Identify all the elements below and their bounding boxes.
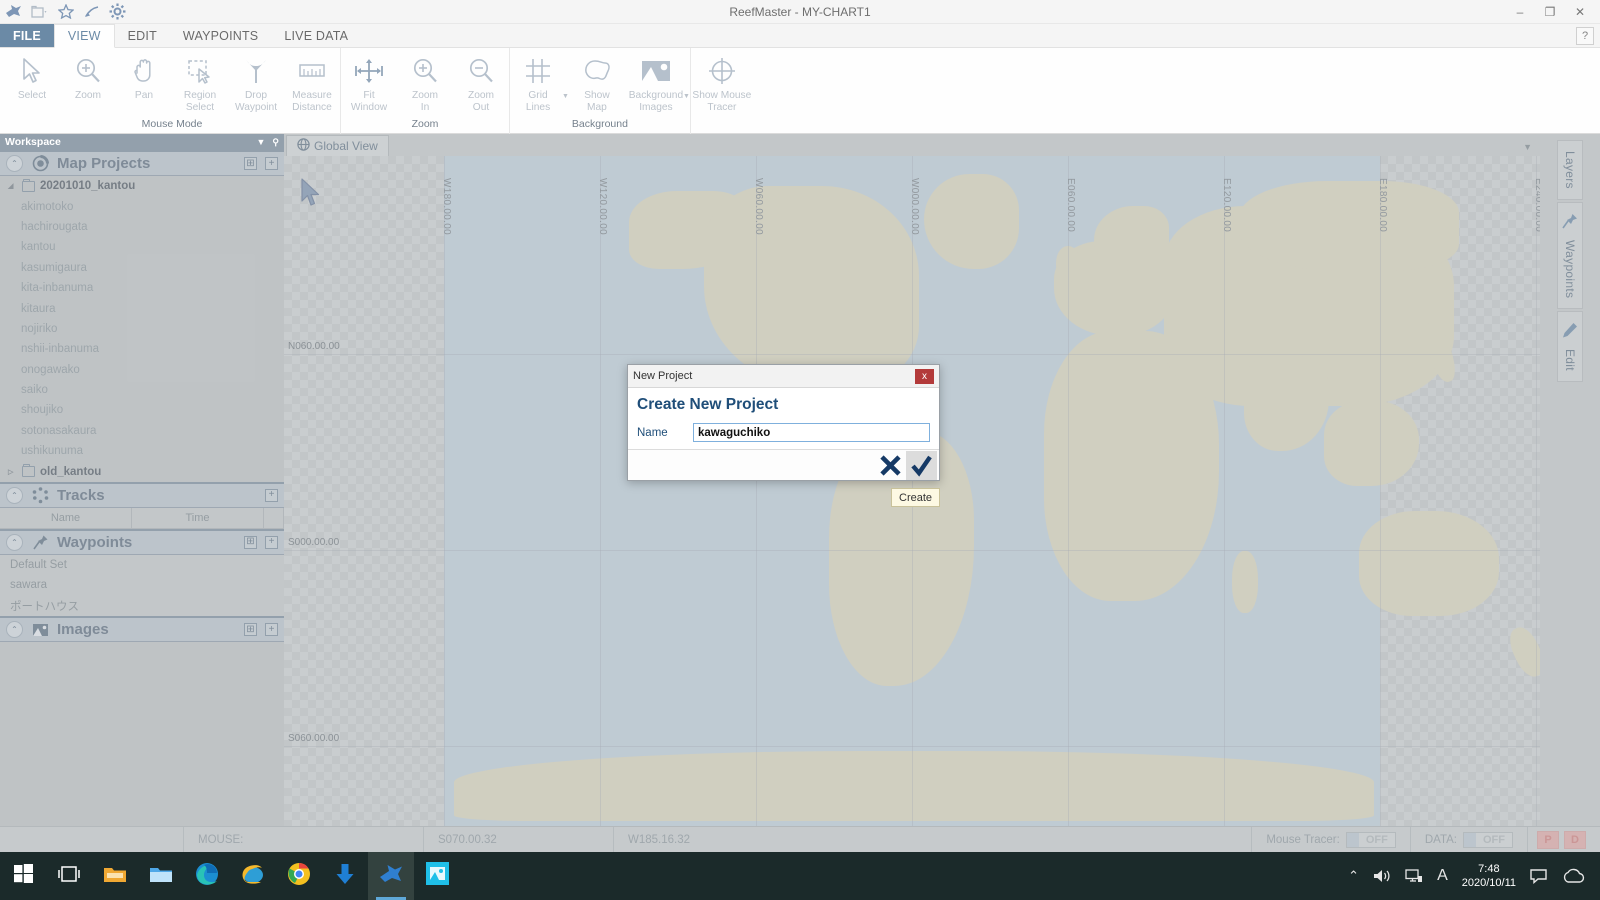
network-icon[interactable] (1405, 868, 1423, 884)
ime-indicator[interactable]: A (1437, 867, 1448, 885)
orange-folder-icon (103, 864, 127, 889)
clock-date: 2020/10/11 (1461, 877, 1516, 889)
new-project-dialog: New Project x Create New Project Name (627, 364, 940, 481)
tray-chevron-icon[interactable]: ⌃ (1348, 868, 1359, 884)
project-name-input[interactable] (693, 423, 930, 442)
system-tray: ⌃ A 7:48 2020/10/11 (1348, 862, 1600, 890)
dialog-close-button[interactable]: x (915, 368, 934, 384)
notification-icon[interactable] (1530, 868, 1548, 884)
downloads-app[interactable] (322, 852, 368, 900)
dialog-title-bar: New Project x (628, 365, 939, 387)
task-view-icon (58, 865, 80, 888)
ie-icon (241, 863, 265, 890)
application-window: ReefMaster - MY-CHART1 – ❐ ✕ FILE VIEW E… (0, 0, 1600, 900)
file-explorer[interactable] (138, 852, 184, 900)
clock-time: 7:48 (1478, 863, 1500, 875)
dialog-name-field: Name (637, 423, 930, 442)
start-button[interactable] (0, 852, 46, 900)
dialog-title-text: New Project (633, 370, 693, 382)
google-chrome[interactable] (276, 852, 322, 900)
edge-icon (195, 862, 219, 891)
file-manager[interactable] (92, 852, 138, 900)
cloud-icon[interactable] (1562, 868, 1586, 884)
image-app[interactable] (414, 852, 460, 900)
reefmaster-app[interactable] (368, 852, 414, 900)
windows-logo-icon (13, 864, 33, 888)
dialog-heading: Create New Project (637, 396, 779, 413)
dialog-footer (628, 449, 939, 480)
taskbar: ⌃ A 7:48 2020/10/11 (0, 852, 1600, 900)
clock[interactable]: 7:48 2020/10/11 (1462, 862, 1516, 890)
create-button[interactable] (906, 450, 937, 480)
chrome-icon (287, 862, 311, 891)
blue-folder-icon (149, 864, 173, 889)
create-tooltip: Create (891, 488, 941, 507)
cancel-button[interactable] (875, 451, 906, 480)
task-view-button[interactable] (46, 852, 92, 900)
download-arrow-icon (335, 863, 355, 890)
picture-icon (425, 862, 449, 890)
microsoft-edge[interactable] (184, 852, 230, 900)
reefmaster-icon (379, 864, 403, 889)
internet-explorer[interactable] (230, 852, 276, 900)
name-field-label: Name (637, 426, 668, 439)
dialog-body: Create New Project Name (628, 387, 939, 449)
volume-icon[interactable] (1373, 868, 1391, 884)
